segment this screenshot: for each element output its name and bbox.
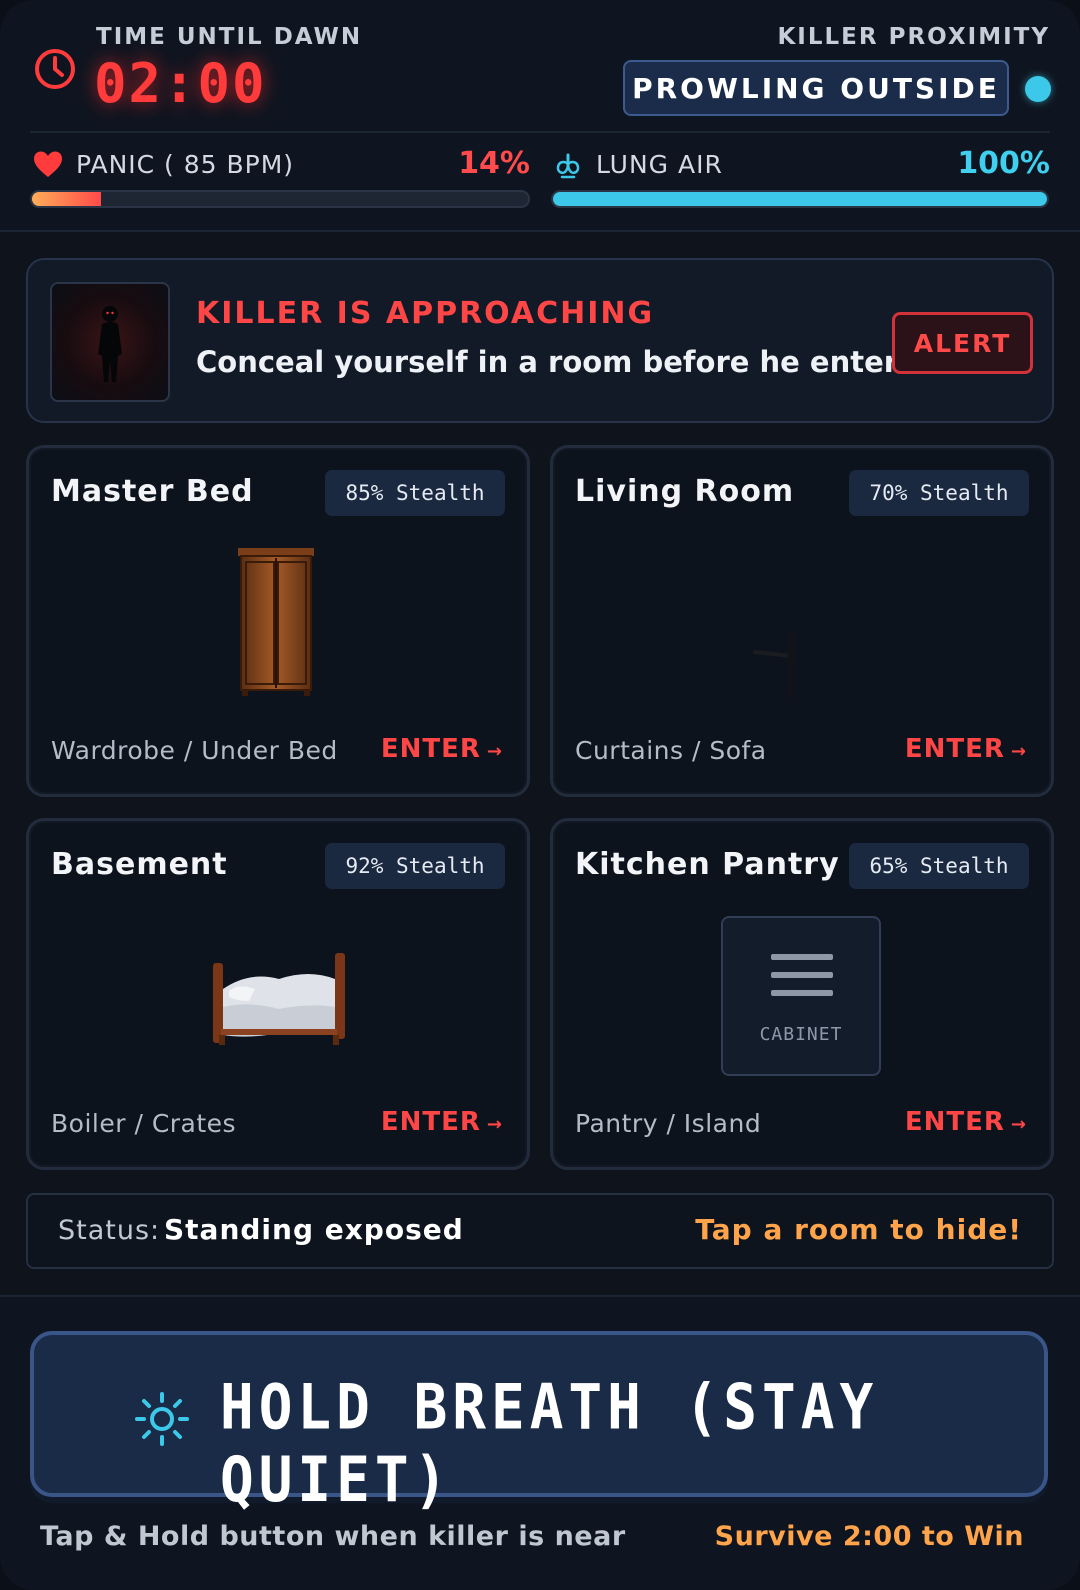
room-card-kitchen-pantry[interactable]: Kitchen Pantry 65% Stealth CABINET Pantr…: [550, 818, 1054, 1170]
alert-message: Conceal yourself in a room before he ent…: [196, 345, 929, 379]
dawn-label: TIME UNTIL DAWN: [96, 24, 363, 50]
status-key: Status:: [58, 1215, 161, 1246]
enter-room-button[interactable]: ENTER →: [905, 1107, 1027, 1137]
enter-room-button[interactable]: ENTER →: [381, 734, 503, 764]
stealth-badge: 65% Stealth: [849, 843, 1029, 889]
hold-breath-label: HOLD BREATH (STAY QUIET): [220, 1371, 879, 1517]
arrow-right-icon: →: [1010, 741, 1027, 762]
bed-icon: [213, 953, 345, 1045]
killer-portrait: [50, 282, 170, 402]
room-name: Kitchen Pantry: [575, 847, 840, 882]
clock-icon: [35, 49, 75, 89]
room-hiding-spots: Boiler / Crates: [51, 1109, 237, 1138]
enter-label: ENTER: [380, 1107, 481, 1137]
lung-air-label: LUNG AIR: [596, 150, 723, 179]
room-card-living-room[interactable]: Living Room 70% Stealth Curtains / Sofa …: [550, 445, 1054, 797]
enter-room-button[interactable]: ENTER →: [905, 734, 1027, 764]
footer-hint: Tap & Hold button when killer is near: [40, 1521, 626, 1552]
menu-lines-icon: [771, 954, 833, 1008]
room-hiding-spots: Pantry / Island: [575, 1109, 762, 1138]
room-name: Master Bed: [51, 474, 254, 509]
killer-alert-card: KILLER IS APPROACHING Conceal yourself i…: [26, 258, 1054, 423]
room-card-basement[interactable]: Basement 92% Stealth Boiler / Crates ENT…: [26, 818, 530, 1170]
wardrobe-icon: [238, 548, 314, 696]
enter-label: ENTER: [904, 734, 1005, 764]
curtain-rod-icon: [753, 632, 795, 698]
room-hiding-spots: Curtains / Sofa: [575, 736, 767, 765]
enter-label: ENTER: [380, 734, 481, 764]
dawn-timer: 02:00: [94, 52, 267, 115]
room-hiding-spots: Wardrobe / Under Bed: [51, 736, 338, 765]
cabinet-label: CABINET: [759, 1024, 843, 1045]
lungs-icon: [556, 153, 580, 179]
lung-air-meter: [551, 190, 1049, 208]
alert-title: KILLER IS APPROACHING: [196, 296, 655, 331]
room-card-master-bed[interactable]: Master Bed 85% Stealth Wardrobe / Under …: [26, 445, 530, 797]
room-name: Living Room: [575, 474, 795, 509]
enter-label: ENTER: [904, 1107, 1005, 1137]
win-condition: Survive 2:00 to Win: [714, 1521, 1024, 1552]
arrow-right-icon: →: [1010, 1114, 1027, 1135]
status-value: Standing exposed: [164, 1213, 464, 1246]
proximity-status-badge: PROWLING OUTSIDE: [623, 60, 1009, 116]
status-bar: Status: Standing exposed Tap a room to h…: [26, 1193, 1054, 1269]
panic-meter: [30, 190, 530, 208]
stealth-badge: 92% Stealth: [325, 843, 505, 889]
room-name: Basement: [51, 847, 228, 882]
killer-silhouette-icon: [98, 306, 122, 382]
status-hint: Tap a room to hide!: [695, 1213, 1022, 1246]
proximity-indicator-dot: [1025, 76, 1051, 102]
game-screen: TIME UNTIL DAWN 02:00 KILLER PROXIMITY P…: [0, 0, 1080, 1590]
heart-icon: [34, 151, 62, 177]
bottom-panel: HOLD BREATH (STAY QUIET) Tap & Hold butt…: [0, 1295, 1080, 1590]
hold-breath-button[interactable]: HOLD BREATH (STAY QUIET): [30, 1331, 1048, 1517]
lung-air-meter-fill: [553, 192, 1047, 206]
arrow-right-icon: →: [486, 1114, 503, 1135]
arrow-right-icon: →: [486, 741, 503, 762]
lung-air-percent: 100%: [957, 146, 1050, 181]
hud-panel: TIME UNTIL DAWN 02:00 KILLER PROXIMITY P…: [0, 0, 1080, 232]
sun-icon: [135, 1392, 189, 1446]
cabinet-placeholder: CABINET: [721, 916, 881, 1076]
hud-divider: [30, 131, 1050, 133]
panic-label: PANIC ( 85 BPM): [76, 150, 295, 179]
proximity-label: KILLER PROXIMITY: [777, 24, 1050, 50]
panic-meter-fill: [32, 192, 102, 206]
panic-percent: 14%: [458, 146, 530, 181]
alert-button[interactable]: ALERT: [892, 312, 1033, 374]
stealth-badge: 70% Stealth: [849, 470, 1029, 516]
enter-room-button[interactable]: ENTER →: [381, 1107, 503, 1137]
stealth-badge: 85% Stealth: [325, 470, 505, 516]
